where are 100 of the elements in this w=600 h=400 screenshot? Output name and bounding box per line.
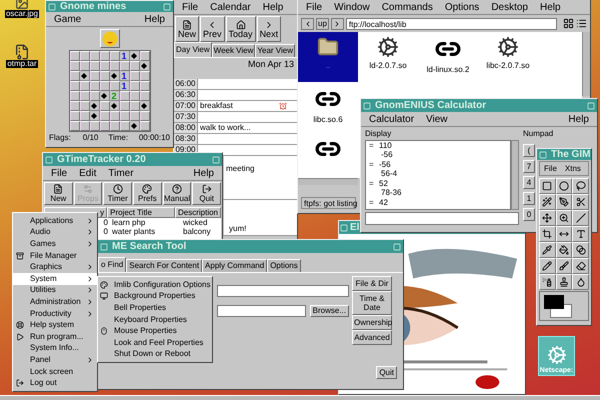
- view-tab[interactable]: Day View: [174, 42, 212, 57]
- hidden-cell[interactable]: [70, 71, 80, 81]
- tool-button[interactable]: [572, 226, 589, 242]
- hidden-cell[interactable]: [120, 121, 130, 131]
- hidden-cell[interactable]: [100, 111, 110, 121]
- hidden-cell[interactable]: [90, 51, 100, 61]
- menu-entry[interactable]: File Manager: [13, 250, 97, 262]
- hidden-cell[interactable]: [80, 51, 90, 61]
- tool-button[interactable]: [572, 258, 589, 274]
- toolbar-button[interactable]: Next: [256, 16, 282, 42]
- menu-entry[interactable]: Background Properties: [98, 290, 212, 302]
- hidden-cell[interactable]: [90, 121, 100, 131]
- hidden-cell[interactable]: [100, 81, 110, 91]
- hidden-cell[interactable]: [100, 51, 110, 61]
- hidden-cell[interactable]: [70, 51, 80, 61]
- menu-item[interactable]: Xtns: [564, 162, 581, 174]
- menu-entry[interactable]: Log out: [13, 377, 97, 389]
- tool-button[interactable]: [572, 178, 589, 194]
- menu-entry[interactable]: Audio: [13, 226, 97, 238]
- menu-item[interactable]: Game: [54, 12, 82, 26]
- window-menu-icon[interactable]: [45, 156, 53, 164]
- tool-button[interactable]: [539, 178, 556, 194]
- hidden-cell[interactable]: [70, 101, 80, 111]
- hidden-cell[interactable]: [130, 91, 140, 101]
- tool-button[interactable]: [556, 258, 572, 274]
- back-button[interactable]: [301, 18, 314, 30]
- hidden-cell[interactable]: [80, 121, 90, 131]
- numpad-key[interactable]: 7: [523, 160, 535, 173]
- menu-item[interactable]: Window: [334, 0, 370, 14]
- toolbar-button[interactable]: New: [175, 16, 200, 42]
- tool-button[interactable]: [556, 178, 572, 194]
- tool-button[interactable]: [572, 274, 589, 290]
- column-header[interactable]: Description: [174, 207, 221, 218]
- address-field[interactable]: ftp://localhost/lib: [346, 18, 557, 30]
- numpad-key[interactable]: 0: [523, 208, 535, 221]
- maximize-icon[interactable]: [587, 102, 595, 110]
- view-tab[interactable]: Year View: [255, 44, 295, 57]
- hidden-cell[interactable]: [100, 71, 110, 81]
- tool-button[interactable]: [539, 210, 556, 226]
- alarm-icon[interactable]: [279, 102, 287, 110]
- forward-button[interactable]: [330, 18, 344, 30]
- menu-entry[interactable]: Administration: [13, 296, 97, 308]
- toolbar-button[interactable]: New: [44, 182, 73, 205]
- tool-button[interactable]: [572, 210, 589, 226]
- maximize-icon[interactable]: [393, 242, 401, 250]
- hidden-cell[interactable]: [110, 81, 120, 91]
- hidden-cell[interactable]: [130, 101, 140, 111]
- hidden-cell[interactable]: [110, 51, 120, 61]
- calendar-entry[interactable]: yum!: [229, 225, 246, 233]
- menu-item[interactable]: Help: [193, 166, 214, 180]
- face-button[interactable]: [100, 29, 120, 48]
- menu-item[interactable]: Options: [444, 0, 480, 14]
- directory-entry[interactable]: ld-linux.so.2: [418, 32, 478, 82]
- appointment-slot[interactable]: yum!: [224, 200, 297, 235]
- hidden-cell[interactable]: [130, 71, 140, 81]
- toolbar-button[interactable]: Timer: [103, 182, 132, 205]
- hidden-cell[interactable]: [70, 111, 80, 121]
- hidden-cell[interactable]: [140, 91, 150, 101]
- directory-entry[interactable]: libc-2.0.7.so: [478, 32, 538, 82]
- numpad-key[interactable]: (: [523, 144, 535, 157]
- menu-item[interactable]: Commands: [382, 0, 433, 14]
- tab[interactable]: Search For Content: [126, 259, 202, 272]
- hidden-cell[interactable]: [70, 121, 80, 131]
- hidden-cell[interactable]: [140, 81, 150, 91]
- tool-button[interactable]: [572, 242, 589, 258]
- up-button[interactable]: up: [316, 18, 329, 30]
- menu-entry[interactable]: Mouse Properties: [98, 325, 212, 337]
- calendar-entry[interactable]: meeting: [226, 165, 254, 173]
- hidden-cell[interactable]: [130, 61, 140, 71]
- menu-item[interactable]: Desktop: [491, 0, 528, 14]
- hidden-cell[interactable]: [120, 61, 130, 71]
- hidden-cell[interactable]: [110, 61, 120, 71]
- menu-entry[interactable]: Imlib Configuration Options: [98, 279, 212, 291]
- menu-entry[interactable]: System Info...: [13, 342, 97, 354]
- hidden-cell[interactable]: [130, 111, 140, 121]
- quit-button[interactable]: Quit: [376, 366, 397, 379]
- menu-item[interactable]: File: [182, 0, 198, 14]
- menu-entry[interactable]: Bell Properties: [98, 302, 212, 314]
- side-tab[interactable]: Advanced: [352, 330, 392, 345]
- side-tab[interactable]: File & Dir: [352, 276, 392, 291]
- menu-entry[interactable]: Productivity: [13, 308, 97, 320]
- tool-button[interactable]: [539, 258, 556, 274]
- menu-entry[interactable]: Applications: [13, 215, 97, 227]
- menu-entry[interactable]: Panel: [13, 354, 97, 366]
- menu-item[interactable]: Help: [540, 0, 561, 14]
- view-tab[interactable]: Week View: [212, 44, 256, 57]
- menu-item[interactable]: File: [544, 162, 557, 174]
- window-menu-icon[interactable]: [100, 242, 108, 250]
- hidden-cell[interactable]: [110, 111, 120, 121]
- input-field[interactable]: [365, 212, 519, 225]
- hidden-cell[interactable]: [140, 51, 150, 61]
- tab[interactable]: o Find: [98, 257, 126, 272]
- tool-button[interactable]: [556, 226, 572, 242]
- directory-entry[interactable]: libc.so.6: [298, 82, 358, 132]
- menu-entry[interactable]: Run program...: [13, 330, 97, 343]
- tool-button[interactable]: [539, 226, 556, 242]
- icon-view-icon[interactable]: [563, 18, 574, 29]
- hidden-cell[interactable]: [130, 81, 140, 91]
- appointment-slot[interactable]: meeting: [224, 156, 297, 199]
- hidden-cell[interactable]: [80, 61, 90, 71]
